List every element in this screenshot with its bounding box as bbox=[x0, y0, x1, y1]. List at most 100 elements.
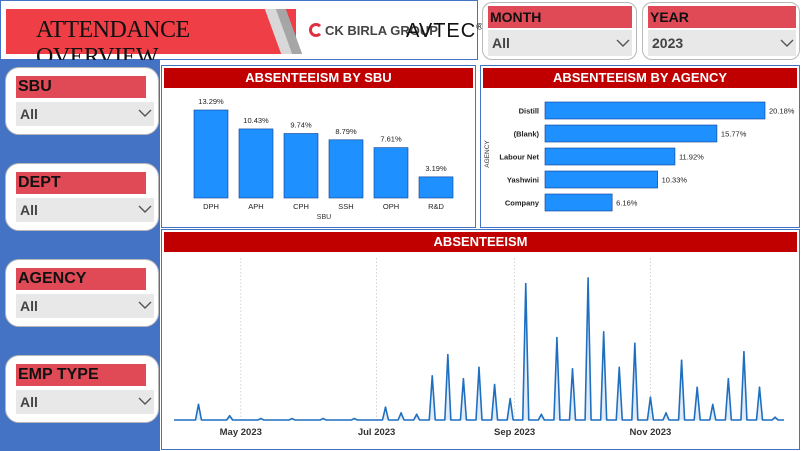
absenteeism-line-panel: ABSENTEEISM May 2023 Jul 2023 Sep 2023 Nov … bbox=[161, 229, 800, 450]
month-slicer[interactable]: MONTH All bbox=[482, 2, 637, 60]
agency-tick-label: Distill bbox=[519, 107, 539, 116]
dept-dropdown-value: All bbox=[20, 202, 38, 218]
line-point bbox=[447, 353, 449, 356]
agency-bar-label: 6.16% bbox=[616, 199, 638, 208]
sbu-tick-label: R&D bbox=[428, 202, 444, 211]
agency-bar-label: 20.18% bbox=[769, 107, 795, 116]
line-point bbox=[228, 414, 231, 417]
sbu-tick-label: DPH bbox=[203, 202, 219, 211]
x-tick-label: May 2023 bbox=[220, 427, 262, 438]
header-banner: ATTENDANCE OVERVIEW CK BIRLA GROUP AVTEC… bbox=[0, 0, 483, 70]
year-slicer-label: YEAR bbox=[648, 6, 796, 28]
sbu-bar bbox=[193, 109, 229, 199]
sbu-bar bbox=[328, 139, 364, 199]
agency-tick-label: Yashwini bbox=[507, 176, 539, 185]
dept-dropdown[interactable]: All bbox=[16, 198, 154, 222]
sbu-bar-label: 8.79% bbox=[335, 127, 357, 136]
year-slicer[interactable]: YEAR 2023 bbox=[642, 2, 800, 60]
title-bar: ATTENDANCE OVERVIEW bbox=[6, 9, 296, 70]
line-point bbox=[774, 416, 776, 418]
chevron-down-icon bbox=[780, 38, 794, 48]
agency-y-axis-label: AGENCY bbox=[484, 140, 491, 168]
line-point bbox=[556, 336, 558, 339]
sbu-bar-label: 10.43% bbox=[243, 116, 269, 125]
line-point bbox=[197, 403, 200, 406]
chevron-down-icon bbox=[138, 396, 152, 406]
emp-type-dropdown-value: All bbox=[20, 394, 38, 410]
agency-slicer[interactable]: AGENCY All bbox=[5, 259, 159, 327]
line-point bbox=[602, 331, 605, 333]
line-point bbox=[634, 342, 636, 345]
line-point bbox=[680, 359, 683, 362]
agency-bar-label: 10.33% bbox=[662, 176, 688, 185]
sbu-slicer-label: SBU bbox=[16, 76, 146, 98]
avtec-logo: AVTEC® bbox=[406, 20, 484, 43]
agency-tick-label: (Blank) bbox=[514, 130, 540, 139]
x-tick-label: Nov 2023 bbox=[630, 427, 672, 438]
sbu-bar-label: 3.19% bbox=[425, 164, 447, 173]
sbu-tick-label: CPH bbox=[293, 202, 309, 211]
line-point bbox=[758, 386, 761, 389]
dept-slicer-label: DEPT bbox=[16, 172, 146, 194]
sbu-tick-label: SSH bbox=[338, 202, 353, 211]
line-point bbox=[743, 351, 745, 353]
line-point bbox=[493, 383, 496, 386]
agency-tick-label: Company bbox=[505, 199, 540, 208]
sbu-bar bbox=[418, 176, 454, 199]
line-point bbox=[571, 368, 574, 370]
avtec-logo-text: AVTEC bbox=[406, 20, 477, 42]
emp-type-dropdown[interactable]: All bbox=[16, 390, 154, 414]
line-point bbox=[400, 412, 402, 414]
emp-type-slicer[interactable]: EMP TYPE All bbox=[5, 355, 159, 423]
line-point bbox=[618, 366, 621, 369]
emp-type-slicer-label: EMP TYPE bbox=[16, 364, 146, 386]
line-point bbox=[322, 417, 324, 420]
sbu-bar bbox=[373, 147, 409, 199]
line-point bbox=[431, 375, 434, 377]
line-point bbox=[462, 378, 465, 380]
agency-bar bbox=[544, 147, 676, 166]
sbu-bar-label: 7.61% bbox=[380, 135, 402, 144]
agency-bar bbox=[544, 193, 613, 212]
agency-bar bbox=[544, 170, 658, 189]
month-slicer-label: MONTH bbox=[488, 6, 632, 28]
agency-slicer-label: AGENCY bbox=[16, 268, 146, 290]
sbu-chart-panel: ABSENTEEISM BY SBU 13.29% DPH 10.43% APH 9.7… bbox=[161, 65, 476, 228]
chevron-down-icon bbox=[138, 108, 152, 118]
month-dropdown[interactable]: All bbox=[488, 30, 632, 56]
sbu-slicer[interactable]: SBU All bbox=[5, 67, 159, 135]
logo: CK BIRLA GROUP AVTEC® bbox=[301, 9, 483, 54]
year-dropdown[interactable]: 2023 bbox=[648, 30, 796, 56]
line-point bbox=[727, 378, 730, 380]
absenteeism-line-chart: May 2023 Jul 2023 Sep 2023 Nov 2023 bbox=[174, 258, 784, 438]
line-point bbox=[665, 412, 667, 414]
line-point bbox=[384, 406, 387, 409]
line-point bbox=[649, 396, 652, 399]
agency-bar-label: 11.92% bbox=[679, 153, 704, 162]
month-dropdown-value: All bbox=[492, 35, 510, 51]
filter-sidebar: SBU All DEPT All AGENCY All EMP TYPE All bbox=[0, 60, 160, 451]
line-point bbox=[415, 413, 418, 416]
sbu-tick-label: OPH bbox=[383, 202, 399, 211]
line-point bbox=[711, 403, 714, 406]
dashboard: ATTENDANCE OVERVIEW CK BIRLA GROUP AVTEC… bbox=[0, 0, 802, 451]
line-area bbox=[174, 278, 784, 420]
line-point bbox=[291, 417, 293, 420]
ck-logo-icon bbox=[309, 23, 323, 37]
agency-bar bbox=[544, 124, 718, 143]
sbu-dropdown[interactable]: All bbox=[16, 102, 154, 126]
line-point bbox=[260, 417, 262, 420]
agency-dropdown[interactable]: All bbox=[16, 294, 154, 318]
agency-bar-label: 15.77% bbox=[721, 130, 747, 139]
sbu-bar-label: 9.74% bbox=[290, 121, 312, 130]
agency-tick-label: Labour Net bbox=[499, 153, 539, 162]
agency-chart-panel: ABSENTEEISM BY AGENCY 20.18% Distill 15.77… bbox=[480, 65, 800, 228]
sbu-bar bbox=[283, 133, 319, 199]
agency-dropdown-value: All bbox=[20, 298, 38, 314]
agency-bar bbox=[544, 101, 766, 120]
line-point bbox=[524, 282, 527, 285]
x-tick-label: Sep 2023 bbox=[494, 427, 535, 438]
dept-slicer[interactable]: DEPT All bbox=[5, 163, 159, 231]
line-point bbox=[696, 386, 698, 389]
sbu-dropdown-value: All bbox=[20, 106, 38, 122]
